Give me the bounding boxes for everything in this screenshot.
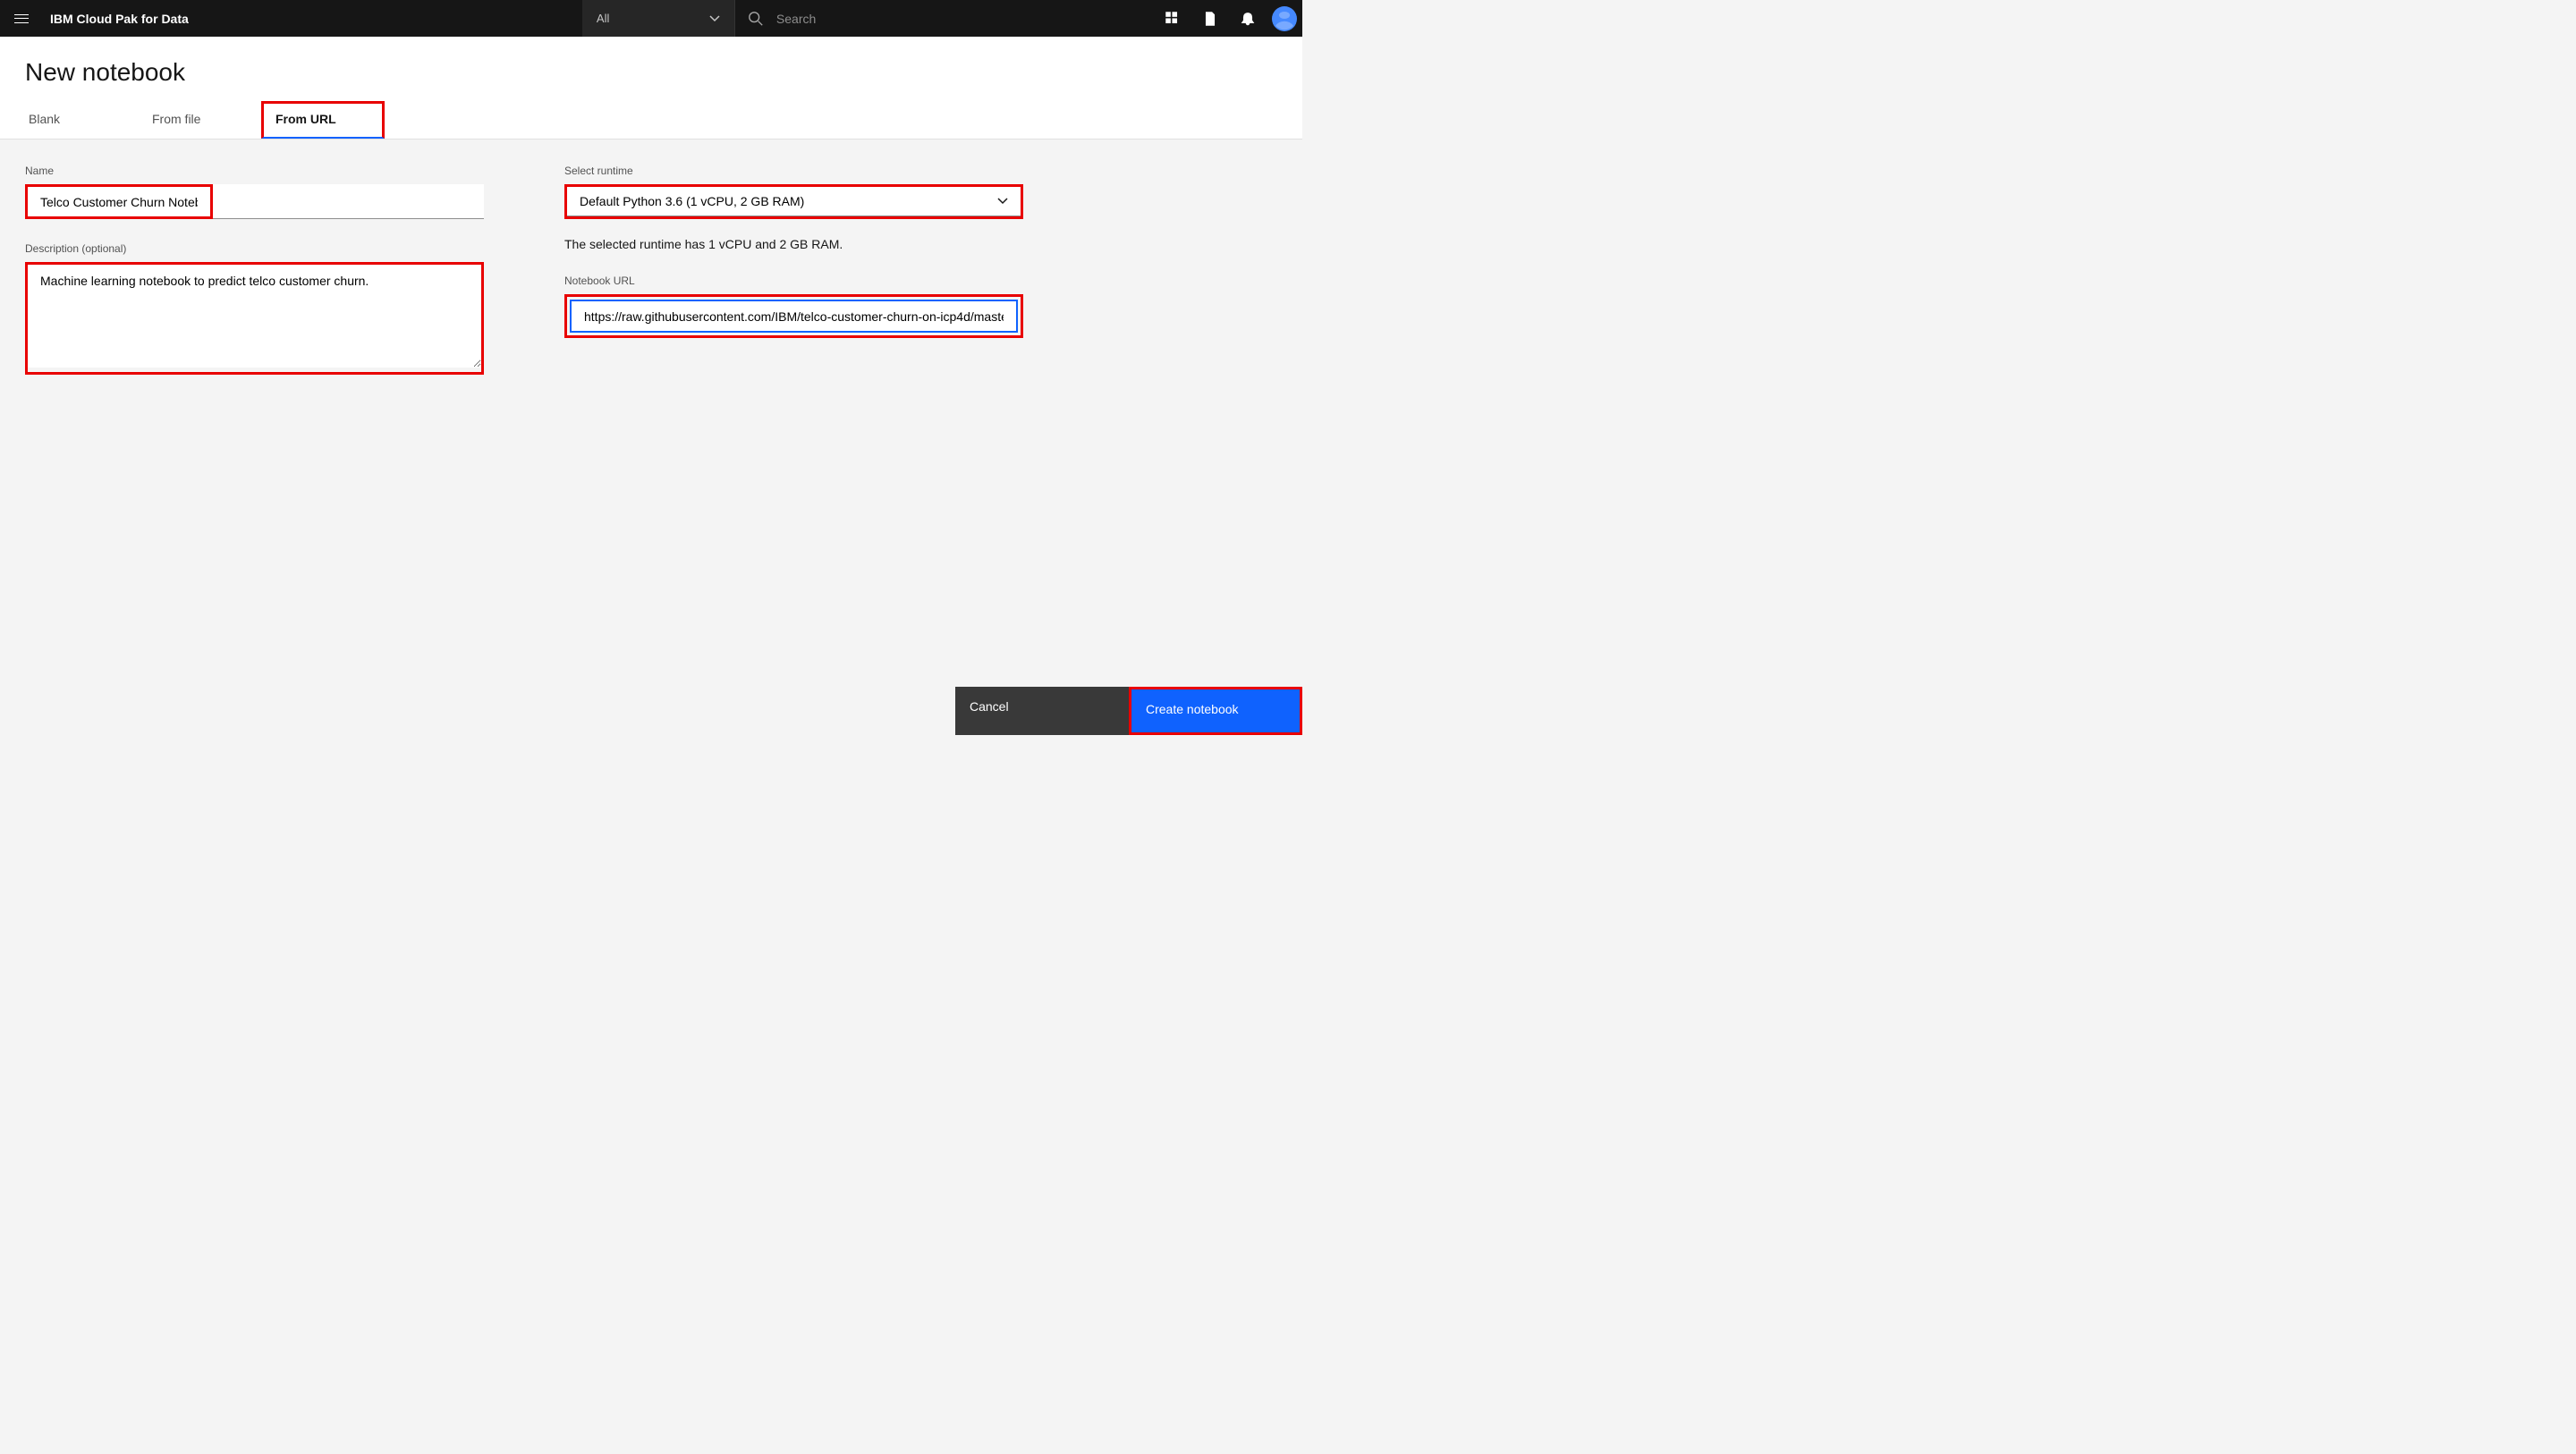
footer-actions: Cancel Create notebook	[955, 687, 1302, 735]
search-area	[734, 0, 1154, 37]
user-avatar[interactable]	[1267, 0, 1302, 37]
page-title: New notebook	[0, 37, 1302, 101]
search-input[interactable]	[776, 12, 1045, 26]
header-icons	[1154, 0, 1302, 37]
bell-icon	[1240, 11, 1256, 27]
runtime-group: Select runtime Default Python 3.6 (1 vCP…	[564, 165, 1023, 251]
notebook-url-input[interactable]	[572, 301, 1016, 331]
runtime-helper: The selected runtime has 1 vCPU and 2 GB…	[564, 237, 1023, 251]
tabs: Blank From file From URL	[0, 101, 1302, 139]
tab-from-url[interactable]: From URL	[261, 101, 385, 139]
notifications-icon-button[interactable]	[1229, 0, 1267, 37]
description-group: Description (optional)	[25, 242, 484, 375]
form-area: Name Description (optional) Select runti…	[0, 139, 1302, 423]
avatar-icon	[1272, 6, 1297, 31]
name-input[interactable]	[28, 187, 210, 216]
app-header: IBM Cloud Pak for Data All	[0, 0, 1302, 37]
menu-button[interactable]	[0, 0, 43, 37]
runtime-selected-value: Default Python 3.6 (1 vCPU, 2 GB RAM)	[580, 194, 804, 208]
description-label: Description (optional)	[25, 242, 484, 255]
chevron-down-icon	[997, 198, 1008, 205]
category-dropdown[interactable]: All	[582, 0, 734, 37]
form-column-right: Select runtime Default Python 3.6 (1 vCP…	[564, 165, 1023, 398]
create-notebook-button[interactable]: Create notebook	[1131, 689, 1300, 732]
name-label: Name	[25, 165, 484, 177]
url-label: Notebook URL	[564, 275, 1023, 287]
apps-icon	[1165, 11, 1181, 27]
runtime-select[interactable]: Default Python 3.6 (1 vCPU, 2 GB RAM)	[567, 187, 1021, 216]
apps-icon-button[interactable]	[1154, 0, 1191, 37]
url-group: Notebook URL	[564, 275, 1023, 338]
dropdown-label: All	[597, 12, 609, 25]
hamburger-icon	[14, 14, 29, 23]
tab-from-file[interactable]: From file	[138, 101, 261, 139]
product-title: IBM Cloud Pak for Data	[50, 12, 189, 26]
chevron-down-icon	[709, 15, 720, 22]
document-icon-button[interactable]	[1191, 0, 1229, 37]
description-input[interactable]	[28, 265, 481, 368]
name-group: Name	[25, 165, 484, 219]
document-icon	[1202, 11, 1218, 27]
form-column-left: Name Description (optional)	[25, 165, 484, 398]
tab-blank[interactable]: Blank	[14, 101, 138, 139]
search-icon	[748, 11, 764, 27]
runtime-label: Select runtime	[564, 165, 1023, 177]
cancel-button[interactable]: Cancel	[955, 687, 1129, 735]
